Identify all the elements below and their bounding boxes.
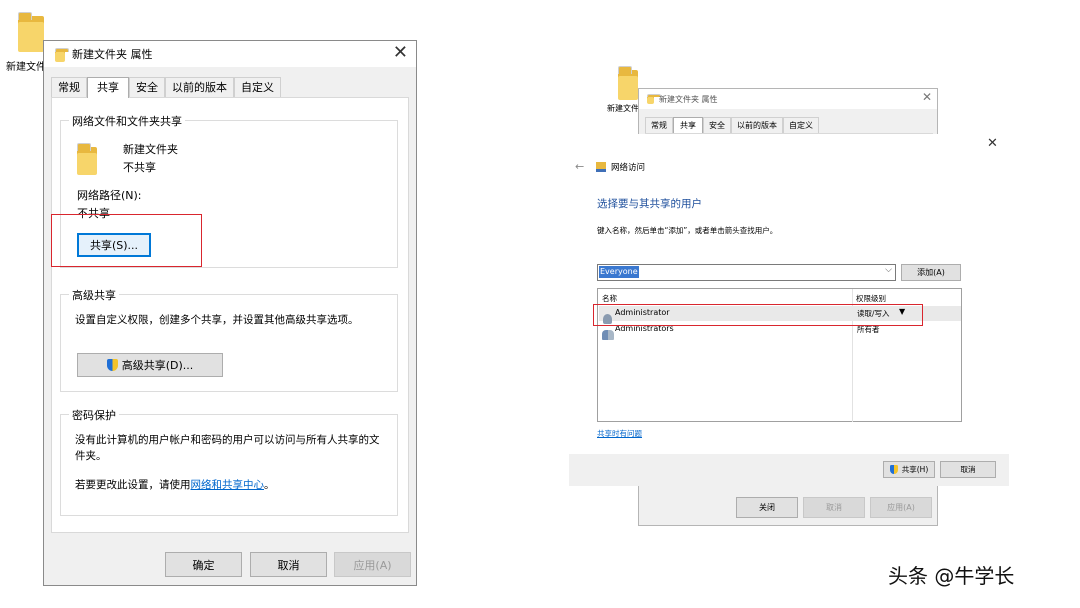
advanced-sharing-label: 高级共享(D)... — [121, 359, 194, 372]
folder-icon — [77, 143, 97, 176]
advanced-description: 设置自定义权限，创建多个共享，并设置其他高级共享选项。 — [75, 314, 359, 326]
change-suffix: 。 — [264, 479, 275, 491]
folder-icon — [55, 48, 69, 62]
group-legend: 网络文件和文件夹共享 — [69, 113, 185, 129]
tab-previous-versions[interactable]: 以前的版本 — [165, 77, 234, 97]
page-heading: 选择要与其共享的用户 — [597, 198, 702, 210]
tab-customize[interactable]: 自定义 — [783, 117, 819, 133]
password-protection-group: 密码保护 没有此计算机的用户帐户和密码的用户可以访问与所有人共享的文 件夹。 若… — [60, 407, 398, 516]
highlight-box — [51, 214, 202, 267]
instruction-text: 键入名称，然后单击“添加”，或者单击箭头查找用户。 — [597, 226, 778, 235]
network-path-label: 网络路径(N): — [77, 189, 142, 202]
apply-button[interactable]: 应用(A) — [334, 552, 411, 577]
add-button[interactable]: 添加(A) — [901, 264, 961, 281]
network-access-icon — [596, 162, 606, 172]
group-legend: 密码保护 — [69, 407, 119, 423]
close-icon[interactable]: ✕ — [922, 90, 932, 104]
close-button[interactable]: 关闭 — [736, 497, 798, 518]
cancel-button[interactable]: 取消 — [803, 497, 865, 518]
uac-shield-icon — [889, 465, 898, 474]
tab-security[interactable]: 安全 — [129, 77, 165, 97]
password-description-line2: 件夹。 — [75, 450, 107, 462]
share-confirm-label: 共享(H) — [901, 465, 929, 474]
group-legend: 高级共享 — [69, 287, 119, 303]
desktop-folder-label: 新建文件 — [6, 62, 46, 73]
tab-strip: 常规 共享 安全 以前的版本 自定义 — [51, 77, 281, 98]
share-confirm-button[interactable]: 共享(H) — [883, 461, 935, 478]
user-input-value[interactable]: Everyone — [599, 266, 639, 278]
desktop-folder-label: 新建文件 — [607, 104, 639, 113]
title-bar: 新建文件夹 属性 ✕ — [639, 89, 937, 109]
watermark: 头条 @牛学长 — [888, 564, 1015, 588]
tab-previous-versions[interactable]: 以前的版本 — [731, 117, 783, 133]
tab-strip: 常规 共享 安全 以前的版本 自定义 — [645, 117, 819, 133]
ok-button[interactable]: 确定 — [165, 552, 242, 577]
folder-name: 新建文件夹 — [123, 143, 178, 156]
properties-dialog: 新建文件夹 属性 ✕ 常规 共享 安全 以前的版本 自定义 网络文件和文件夹共享… — [43, 40, 417, 586]
sharing-panel: 网络文件和文件夹共享 新建文件夹 不共享 网络路径(N): 不共享 共享(S).… — [51, 97, 409, 533]
dialog-title: 新建文件夹 属性 — [72, 48, 153, 61]
group-icon — [602, 324, 614, 343]
desktop-folder-icon[interactable] — [618, 66, 638, 100]
title-bar: 新建文件夹 属性 ✕ — [44, 41, 416, 67]
change-prefix: 若要更改此设置，请使用 — [75, 479, 191, 491]
dialog-title: 新建文件夹 属性 — [659, 95, 718, 104]
tab-sharing[interactable]: 共享 — [673, 117, 703, 133]
tab-general[interactable]: 常规 — [51, 77, 87, 97]
column-header-permission[interactable]: 权限级别 — [856, 293, 886, 304]
cancel-button[interactable]: 取消 — [250, 552, 327, 577]
apply-button[interactable]: 应用(A) — [870, 497, 932, 518]
close-icon[interactable]: ✕ — [987, 136, 998, 151]
close-icon[interactable]: ✕ — [393, 42, 408, 63]
user-combobox[interactable]: Everyone ⌵ — [597, 264, 896, 281]
column-header-name[interactable]: 名称 — [602, 293, 617, 304]
tab-security[interactable]: 安全 — [703, 117, 731, 133]
change-setting-text: 若要更改此设置，请使用网络和共享中心。 — [75, 477, 275, 492]
tab-sharing[interactable]: 共享 — [87, 77, 129, 98]
folder-share-status: 不共享 — [123, 161, 156, 174]
uac-shield-icon — [106, 359, 118, 371]
tab-customize[interactable]: 自定义 — [234, 77, 281, 97]
chevron-down-icon[interactable]: ⌵ — [885, 265, 892, 275]
tab-general[interactable]: 常规 — [645, 117, 673, 133]
back-arrow-icon[interactable]: ← — [575, 160, 584, 173]
bottom-bar: 共享(H) 取消 — [569, 454, 1009, 486]
cancel-button[interactable]: 取消 — [940, 461, 996, 478]
folder-icon — [647, 94, 661, 105]
network-sharing-center-link[interactable]: 网络和共享中心 — [191, 479, 265, 491]
sharing-help-link[interactable]: 共享时有问题 — [597, 428, 642, 439]
advanced-sharing-button[interactable]: 高级共享(D)... — [77, 353, 223, 377]
advanced-sharing-group: 高级共享 设置自定义权限，创建多个共享，并设置其他高级共享选项。 高级共享(D)… — [60, 287, 398, 392]
password-description-line1: 没有此计算机的用户帐户和密码的用户可以访问与所有人共享的文 — [75, 434, 380, 446]
highlight-box — [593, 304, 923, 326]
desktop-folder-icon[interactable] — [18, 12, 44, 53]
breadcrumb: 网络访问 — [611, 163, 646, 173]
